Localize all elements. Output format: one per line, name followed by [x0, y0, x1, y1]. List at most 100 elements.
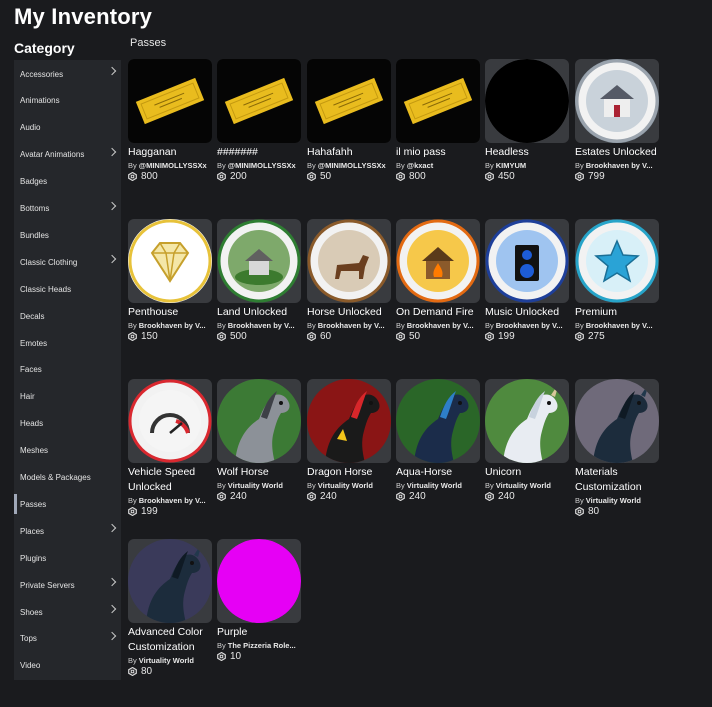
pass-name[interactable]: Music Unlocked — [485, 305, 571, 320]
creator-name[interactable]: @kxact — [407, 161, 434, 170]
sidebar-item-bundles[interactable]: Bundles — [14, 222, 121, 248]
pass-thumbnail[interactable] — [307, 219, 391, 303]
pass-card-headless[interactable]: Headless By KIMYUM 450 — [485, 59, 571, 182]
sidebar-item-meshes[interactable]: Meshes — [14, 438, 121, 464]
creator-name[interactable]: Virtuality World — [586, 496, 641, 505]
sidebar-item-faces[interactable]: Faces — [14, 357, 121, 383]
creator-name[interactable]: Virtuality World — [318, 481, 373, 490]
pass-card-music-unlocked[interactable]: Music Unlocked By Brookhaven by V... 199 — [485, 219, 571, 342]
pass-thumbnail[interactable] — [396, 219, 480, 303]
pass-name[interactable]: Hagganan — [128, 145, 214, 160]
pass-thumbnail[interactable] — [128, 219, 212, 303]
pass-name[interactable]: Advanced Color Customization — [128, 625, 214, 655]
creator-name[interactable]: Brookhaven by V... — [586, 321, 653, 330]
pass-name[interactable]: il mio pass — [396, 145, 482, 160]
pass-name[interactable]: Land Unlocked — [217, 305, 303, 320]
pass-card-advanced-color-customization[interactable]: Advanced Color Customization By Virtuality… — [128, 539, 214, 677]
sidebar-item-animations[interactable]: Animations — [14, 88, 121, 114]
pass-name[interactable]: Wolf Horse — [217, 465, 303, 480]
pass-thumbnail[interactable] — [217, 379, 301, 463]
pass-card-hagganan[interactable]: Hagganan By @MINIMOLLYSSXx 800 — [128, 59, 214, 182]
sidebar-item-bottoms[interactable]: Bottoms — [14, 196, 121, 222]
pass-thumbnail[interactable] — [307, 379, 391, 463]
creator-name[interactable]: @MINIMOLLYSSXx — [228, 161, 296, 170]
pass-card-purple[interactable]: Purple By The Pizzeria Role... 10 — [217, 539, 303, 662]
pass-name[interactable]: Headless — [485, 145, 571, 160]
creator-name[interactable]: Brookhaven by V... — [318, 321, 385, 330]
pass-thumbnail[interactable] — [307, 59, 391, 143]
pass-name[interactable]: Dragon Horse — [307, 465, 393, 480]
pass-thumbnail[interactable] — [217, 219, 301, 303]
sidebar-item-models-packages[interactable]: Models & Packages — [14, 465, 121, 491]
pass-name[interactable]: Unicorn — [485, 465, 571, 480]
pass-card-unicorn[interactable]: Unicorn By Virtuality World 240 — [485, 379, 571, 502]
pass-name[interactable]: Estates Unlocked — [575, 145, 661, 160]
creator-name[interactable]: @MINIMOLLYSSXx — [318, 161, 386, 170]
pass-name[interactable]: Purple — [217, 625, 303, 640]
sidebar-item-plugins[interactable]: Plugins — [14, 545, 121, 571]
sidebar-item-badges[interactable]: Badges — [14, 169, 121, 195]
sidebar-item-emotes[interactable]: Emotes — [14, 330, 121, 356]
sidebar-item-heads[interactable]: Heads — [14, 411, 121, 437]
pass-name[interactable]: ####### — [217, 145, 303, 160]
pass-card-materials-customization[interactable]: Materials Customization By Virtuality Worl… — [575, 379, 661, 517]
sidebar-item-audio[interactable]: Audio — [14, 115, 121, 141]
creator-name[interactable]: Brookhaven by V... — [139, 321, 206, 330]
pass-thumbnail[interactable] — [575, 219, 659, 303]
creator-name[interactable]: Brookhaven by V... — [407, 321, 474, 330]
sidebar-item-accessories[interactable]: Accessories — [14, 61, 121, 87]
pass-thumbnail[interactable] — [575, 379, 659, 463]
pass-name[interactable]: Horse Unlocked — [307, 305, 393, 320]
creator-name[interactable]: Brookhaven by V... — [228, 321, 295, 330]
pass-thumbnail[interactable] — [128, 59, 212, 143]
sidebar-item-classic-heads[interactable]: Classic Heads — [14, 276, 121, 302]
pass-thumbnail[interactable] — [485, 59, 569, 143]
pass-card-land-unlocked[interactable]: Land Unlocked By Brookhaven by V... 500 — [217, 219, 303, 342]
pass-thumbnail[interactable] — [575, 59, 659, 143]
sidebar-item-tops[interactable]: Tops — [14, 626, 121, 652]
sidebar-item-video[interactable]: Video — [14, 653, 121, 679]
pass-name[interactable]: Penthouse — [128, 305, 214, 320]
pass-thumbnail[interactable] — [396, 59, 480, 143]
pass-thumbnail[interactable] — [128, 379, 212, 463]
sidebar-item-passes[interactable]: Passes — [14, 491, 121, 517]
pass-card-[interactable]: ####### By @MINIMOLLYSSXx 200 — [217, 59, 303, 182]
pass-thumbnail[interactable] — [396, 379, 480, 463]
pass-thumbnail[interactable] — [217, 59, 301, 143]
pass-card-on-demand-fire[interactable]: On Demand Fire By Brookhaven by V... 50 — [396, 219, 482, 342]
creator-name[interactable]: The Pizzeria Role... — [228, 641, 296, 650]
pass-thumbnail[interactable] — [128, 539, 212, 623]
creator-name[interactable]: Virtuality World — [407, 481, 462, 490]
creator-name[interactable]: Brookhaven by V... — [139, 496, 206, 505]
pass-thumbnail[interactable] — [217, 539, 301, 623]
pass-name[interactable]: Hahafahh — [307, 145, 393, 160]
creator-name[interactable]: Virtuality World — [496, 481, 551, 490]
pass-name[interactable]: Aqua-Horse — [396, 465, 482, 480]
sidebar-item-shoes[interactable]: Shoes — [14, 599, 121, 625]
pass-name[interactable]: Premium — [575, 305, 661, 320]
creator-name[interactable]: Brookhaven by V... — [496, 321, 563, 330]
pass-card-hahafahh[interactable]: Hahafahh By @MINIMOLLYSSXx 50 — [307, 59, 393, 182]
sidebar-item-avatar-animations[interactable]: Avatar Animations — [14, 142, 121, 168]
pass-card-wolf-horse[interactable]: Wolf Horse By Virtuality World 240 — [217, 379, 303, 502]
pass-name[interactable]: Vehicle Speed Unlocked — [128, 465, 214, 495]
pass-card-dragon-horse[interactable]: Dragon Horse By Virtuality World 240 — [307, 379, 393, 502]
pass-card-premium[interactable]: Premium By Brookhaven by V... 275 — [575, 219, 661, 342]
pass-card-penthouse[interactable]: Penthouse By Brookhaven by V... 150 — [128, 219, 214, 342]
pass-name[interactable]: On Demand Fire — [396, 305, 482, 320]
sidebar-item-decals[interactable]: Decals — [14, 303, 121, 329]
pass-thumbnail[interactable] — [485, 219, 569, 303]
creator-name[interactable]: Virtuality World — [228, 481, 283, 490]
pass-name[interactable]: Materials Customization — [575, 465, 661, 495]
sidebar-item-places[interactable]: Places — [14, 518, 121, 544]
pass-card-vehicle-speed-unlocked[interactable]: Vehicle Speed Unlocked By Brookhaven by V.… — [128, 379, 214, 517]
pass-thumbnail[interactable] — [485, 379, 569, 463]
sidebar-item-private-servers[interactable]: Private Servers — [14, 572, 121, 598]
creator-name[interactable]: @MINIMOLLYSSXx — [139, 161, 207, 170]
creator-name[interactable]: Virtuality World — [139, 656, 194, 665]
creator-name[interactable]: Brookhaven by V... — [586, 161, 653, 170]
pass-card-horse-unlocked[interactable]: Horse Unlocked By Brookhaven by V... 60 — [307, 219, 393, 342]
creator-name[interactable]: KIMYUM — [496, 161, 526, 170]
sidebar-item-hair[interactable]: Hair — [14, 384, 121, 410]
pass-card-estates-unlocked[interactable]: Estates Unlocked By Brookhaven by V... 799 — [575, 59, 661, 182]
